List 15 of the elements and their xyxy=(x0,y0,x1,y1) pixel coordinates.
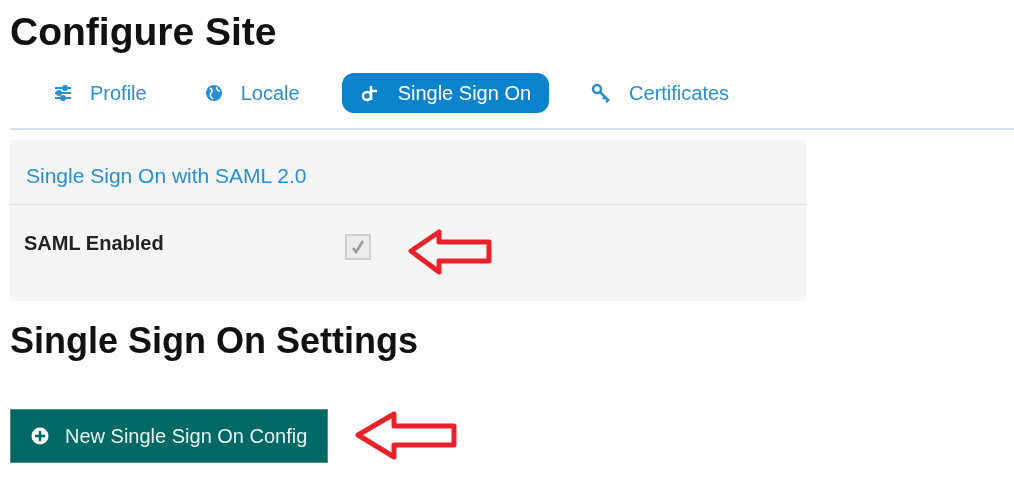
globe-icon xyxy=(204,84,223,102)
tab[interactable]: Single Sign On xyxy=(341,73,550,113)
tab[interactable]: Locale xyxy=(188,73,316,113)
sliders-icon xyxy=(54,85,72,101)
page-title: Configure Site xyxy=(10,9,277,51)
plus-circle-icon xyxy=(31,427,49,445)
section-title: Single Sign On Settings xyxy=(10,323,419,359)
tab[interactable]: Profile xyxy=(38,73,163,113)
new-config-button[interactable]: New Single Sign On Config xyxy=(10,409,329,463)
touch-icon xyxy=(359,83,380,103)
field-label: SAML Enabled xyxy=(24,233,165,253)
key-icon xyxy=(591,83,612,103)
tab[interactable]: Certificates xyxy=(575,73,746,113)
panel-title: Single Sign On with SAML 2.0 xyxy=(25,163,308,189)
checkmark-icon xyxy=(350,239,366,255)
